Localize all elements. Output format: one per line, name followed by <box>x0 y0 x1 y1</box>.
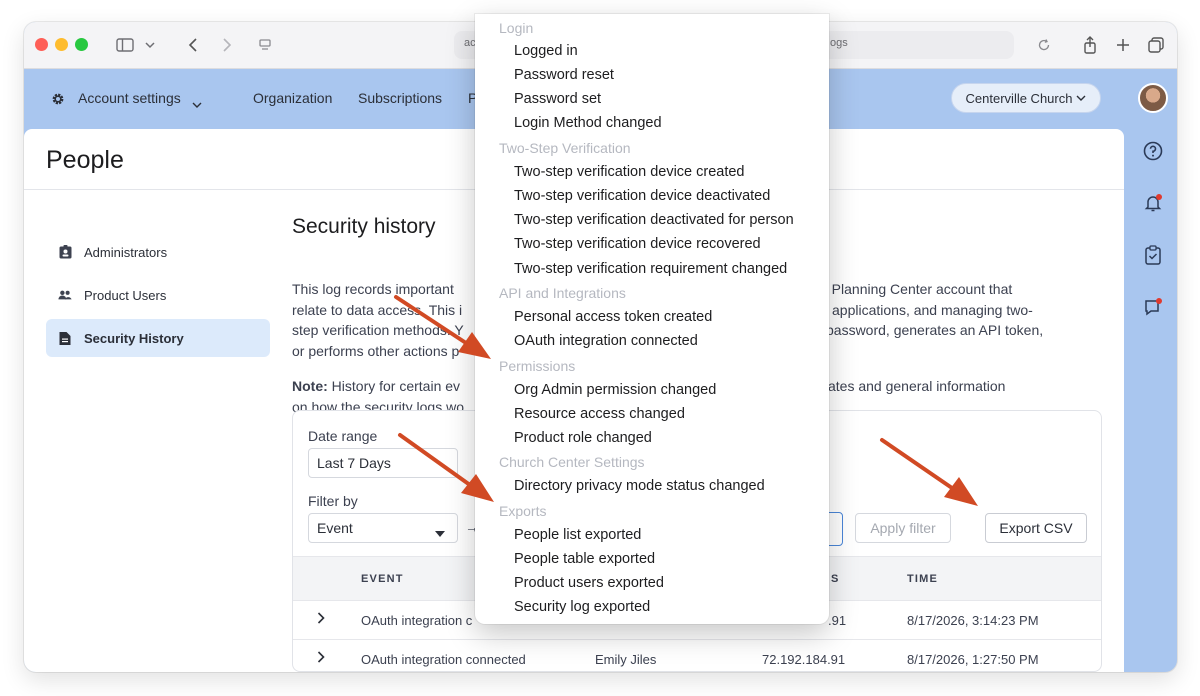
dropdown-option[interactable]: Security log exported <box>514 599 650 615</box>
sidebar-item-product-users[interactable]: Product Users <box>46 276 270 314</box>
column-header-time: TIME <box>907 573 939 585</box>
dropdown-option[interactable]: Two-step verification requirement change… <box>514 261 787 277</box>
back-icon[interactable] <box>184 34 202 56</box>
reload-icon[interactable] <box>1035 34 1053 56</box>
nav-subscriptions[interactable]: Subscriptions <box>358 90 442 106</box>
dropdown-option[interactable]: People table exported <box>514 551 655 567</box>
dropdown-option[interactable]: People list exported <box>514 527 641 543</box>
dropdown-option[interactable]: Personal access token created <box>514 309 712 325</box>
url-text-end: ogs <box>830 37 848 49</box>
dropdown-option[interactable]: Resource access changed <box>514 406 685 422</box>
sidebar-item-label: Product Users <box>84 287 167 303</box>
dropdown-option[interactable]: Directory privacy mode status changed <box>514 478 765 494</box>
cell-event: OAuth integration connected <box>361 652 526 667</box>
account-settings-menu[interactable]: Account settings <box>78 90 181 106</box>
url-text-start: ac <box>464 37 476 49</box>
cell-time: 8/17/2026, 1:27:50 PM <box>907 652 1039 667</box>
description-line-3-left: step verification methods. Y <box>292 322 464 338</box>
filter-by-label: Filter by <box>308 493 358 509</box>
cell-ip: 72.192.184.91 <box>762 652 846 667</box>
close-window-button[interactable] <box>35 38 48 51</box>
note-line-1-right: ates and general information <box>828 378 1006 394</box>
dropdown-option[interactable]: OAuth integration connected <box>514 333 698 349</box>
note-line-1: Note: History for certain ev <box>292 376 460 397</box>
dropdown-option[interactable]: Product role changed <box>514 430 652 446</box>
clipboard-check-icon[interactable] <box>1142 244 1164 266</box>
date-range-label: Date range <box>308 428 378 444</box>
users-icon <box>58 288 72 302</box>
dropdown-option[interactable]: Two-step verification device deactivated <box>514 188 770 204</box>
dropdown-group-api: API and Integrations <box>499 285 626 301</box>
minimize-window-button[interactable] <box>55 38 68 51</box>
id-badge-icon <box>58 245 72 259</box>
note-text-left: History for certain ev <box>327 378 461 394</box>
forward-icon[interactable] <box>218 34 236 56</box>
dropdown-group-permissions: Permissions <box>499 358 576 374</box>
dropdown-group-login: Login <box>499 20 534 36</box>
chevron-down-icon[interactable] <box>192 96 202 114</box>
feedback-chat-icon[interactable] <box>1142 296 1164 318</box>
avatar[interactable] <box>1138 83 1168 113</box>
dropdown-option[interactable]: Two-step verification device created <box>514 164 745 180</box>
share-icon[interactable] <box>1081 34 1099 56</box>
dropdown-option[interactable]: Product users exported <box>514 575 664 591</box>
sidebar-item-security-history[interactable]: Security History <box>46 319 270 357</box>
tab-overview-icon[interactable] <box>1147 34 1165 56</box>
dropdown-option[interactable]: Logged in <box>514 43 578 59</box>
chevron-right-icon[interactable] <box>317 651 325 666</box>
church-switcher-button[interactable]: Centerville Church <box>951 83 1101 113</box>
chevron-down-icon <box>1076 95 1086 101</box>
page-menu-icon[interactable] <box>256 34 274 56</box>
description-line-2-right: applications, and managing two- <box>832 301 1033 318</box>
table-row[interactable]: OAuth integration connected Emily Jiles … <box>293 639 1101 672</box>
help-icon[interactable] <box>1142 140 1164 162</box>
gear-icon[interactable] <box>50 91 66 107</box>
event-filter-dropdown[interactable]: Login Logged in Password reset Password … <box>475 14 829 624</box>
sidebar-item-label: Security History <box>84 330 184 346</box>
dropdown-group-two-step: Two-Step Verification <box>499 140 631 156</box>
dropdown-option[interactable]: Org Admin permission changed <box>514 382 716 398</box>
cell-user: Emily Jiles <box>595 652 657 667</box>
dropdown-option[interactable]: Password set <box>514 91 601 107</box>
cell-ip: .91 <box>828 613 847 628</box>
column-header-event: EVENT <box>361 573 404 585</box>
dropdown-option[interactable]: Login Method changed <box>514 115 662 131</box>
zoom-window-button[interactable] <box>75 38 88 51</box>
dropdown-group-church-center: Church Center Settings <box>499 454 645 470</box>
export-csv-button[interactable]: Export CSV <box>985 513 1087 543</box>
description-line-1-right: h Planning Center account that <box>820 281 1013 297</box>
dropdown-option[interactable]: Two-step verification deactivated for pe… <box>514 212 794 228</box>
new-tab-icon[interactable] <box>1114 34 1132 56</box>
column-header-ip: S <box>831 573 840 585</box>
dropdown-group-exports: Exports <box>499 503 547 519</box>
description-line-4-left: or performs other actions p <box>292 342 460 359</box>
filter-by-value: Event <box>317 520 353 536</box>
date-range-value: Last 7 Days <box>317 455 391 471</box>
chevron-down-icon[interactable] <box>142 34 158 56</box>
chevron-right-icon[interactable] <box>317 612 325 627</box>
description-line-2-left: relate to data access. This i <box>292 301 463 318</box>
description-line-1-left: This log records important <box>292 281 454 297</box>
section-title: Security history <box>292 215 436 238</box>
sidebar-item-label: Administrators <box>84 244 168 260</box>
notifications-icon[interactable] <box>1142 192 1164 214</box>
page-title: People <box>46 146 124 174</box>
description-line-3-right: password, generates an API token, <box>826 322 1044 338</box>
dropdown-option[interactable]: Password reset <box>514 67 614 83</box>
document-icon <box>58 331 72 345</box>
cell-time: 8/17/2026, 3:14:23 PM <box>907 613 1039 628</box>
apply-filter-button[interactable]: Apply filter <box>855 513 951 543</box>
caret-down-icon <box>435 524 445 540</box>
date-range-select[interactable]: Last 7 Days <box>308 448 458 478</box>
cell-event: OAuth integration c <box>361 613 473 628</box>
sidebar-item-administrators[interactable]: Administrators <box>46 233 270 271</box>
dropdown-option[interactable]: Two-step verification device recovered <box>514 236 761 252</box>
filter-by-select[interactable]: Event <box>308 513 458 543</box>
sidebar-toggle-icon[interactable] <box>114 34 136 56</box>
church-name: Centerville Church <box>965 90 1073 106</box>
nav-organization[interactable]: Organization <box>253 90 332 106</box>
note-label: Note: <box>292 378 328 394</box>
